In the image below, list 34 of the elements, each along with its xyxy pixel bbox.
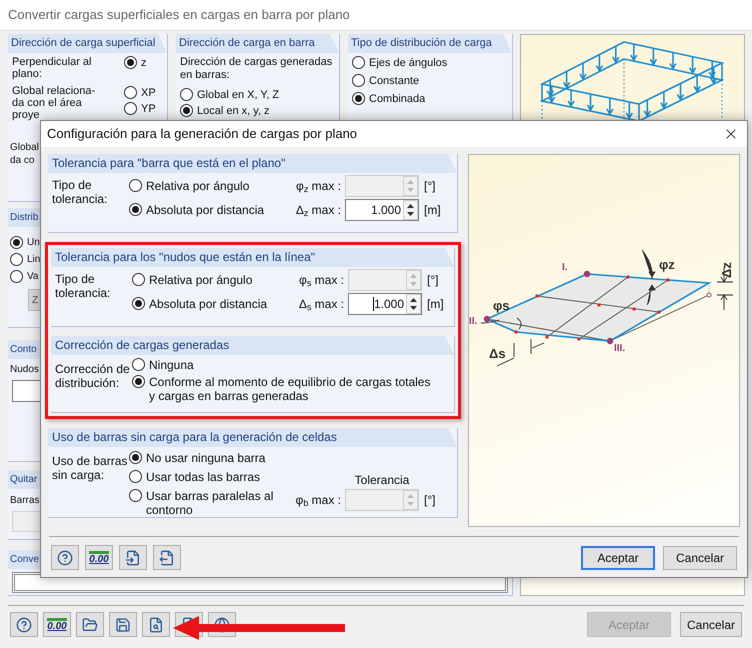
node-label: I. bbox=[562, 262, 568, 273]
section-header: Tipo de distribución de carga bbox=[348, 34, 512, 53]
section-header: Tolerancia para "barra que está en el plano" bbox=[48, 154, 457, 173]
section-header: Dirección de carga superficial bbox=[8, 34, 167, 53]
group-label: Tipo de tolerancia: bbox=[52, 178, 108, 206]
field-label: Barras bbox=[9, 494, 40, 508]
dimension-label: Δz bbox=[719, 262, 734, 278]
unit-label: [°] bbox=[427, 272, 438, 289]
unit-label: [°] bbox=[424, 178, 436, 195]
node-label: II. bbox=[469, 316, 478, 327]
option-label: Perpendicular al plano: bbox=[12, 56, 92, 80]
dialog-title: Configuración para la generación de cargas por plano bbox=[47, 125, 358, 144]
node-label: III. bbox=[614, 343, 626, 354]
section-header: Tolerancia para los "nudos que están en la línea" bbox=[51, 248, 454, 267]
field-label: Nudos bbox=[9, 363, 39, 377]
group-label: Corrección de distribución: bbox=[55, 362, 131, 390]
section-header: Uso de barras sin carga para la generación de celdas bbox=[48, 428, 457, 447]
option-label: Dirección de cargas generadas en barras: bbox=[179, 55, 332, 82]
option-label: Global da co bbox=[9, 141, 39, 167]
unit-label: [°] bbox=[424, 492, 436, 509]
window-title: Convertir cargas superficiales en cargas en barra por plano bbox=[8, 6, 350, 24]
field-label: φ$_{s}$ max : bbox=[298, 272, 344, 289]
field-label: φ$_{z}$ max : bbox=[295, 178, 341, 195]
unit-label: [m] bbox=[427, 296, 444, 313]
dimension-label: φs bbox=[493, 298, 510, 313]
dimension-label: Δs bbox=[489, 346, 506, 361]
field-label: Δ$_{s}$ max : bbox=[298, 296, 344, 313]
section-header: Dirección de carga en barra bbox=[176, 34, 339, 53]
dimension-label: φz bbox=[659, 257, 675, 272]
option-label: Global relaciona- da con el área proye bbox=[12, 85, 96, 121]
group-label: Tipo de tolerancia: bbox=[55, 272, 112, 300]
tolerance-heading: Tolerancia bbox=[354, 472, 410, 489]
section-header: Corrección de cargas generadas bbox=[51, 336, 454, 355]
field-label: φ$_{b}$ max : bbox=[294, 492, 341, 509]
